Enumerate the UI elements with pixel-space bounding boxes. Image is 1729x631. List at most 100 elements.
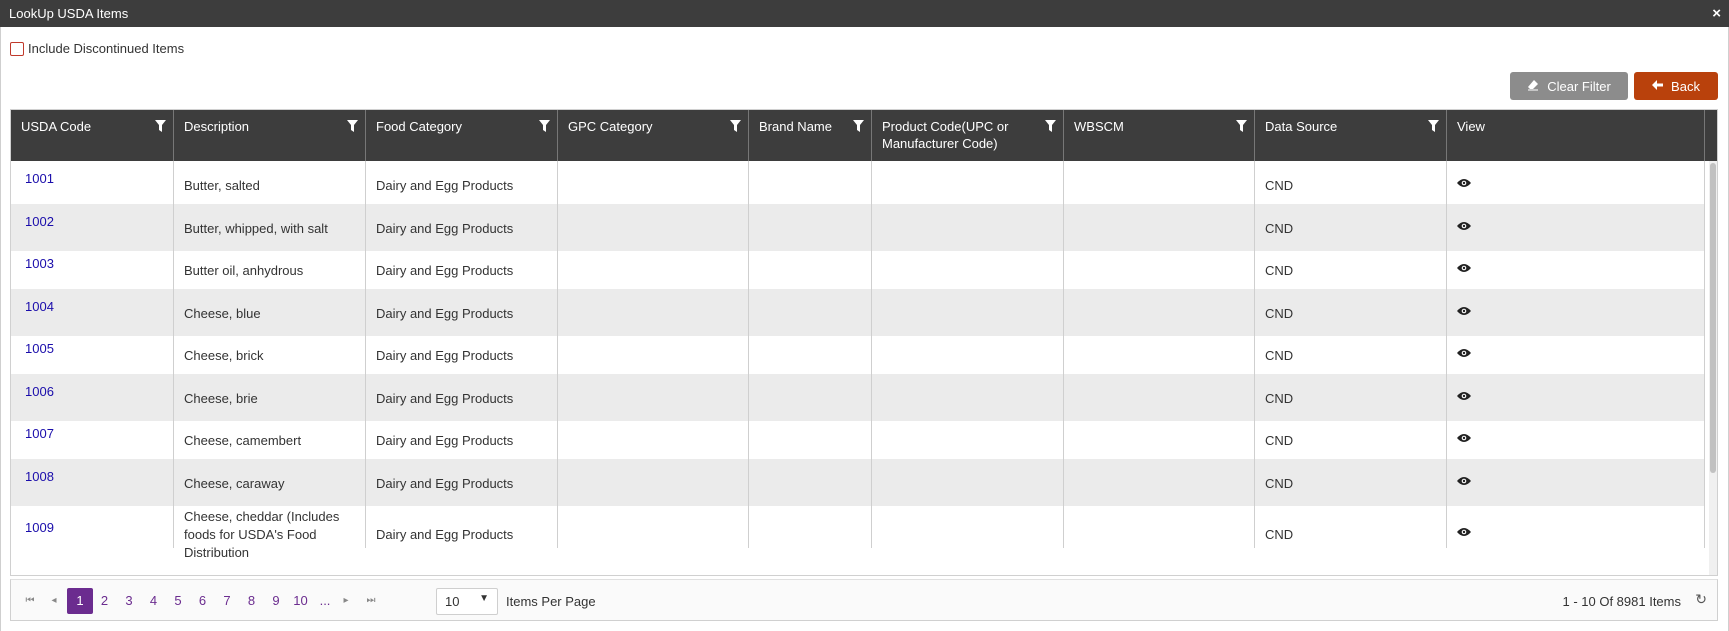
usda-code-link[interactable]: 1009 <box>25 520 54 535</box>
page-number-button[interactable]: 10 <box>288 588 314 614</box>
eye-icon[interactable] <box>1457 431 1471 446</box>
table-row[interactable]: 1001 Butter, salted Dairy and Egg Products… <box>11 161 1705 208</box>
filter-icon[interactable] <box>155 120 166 132</box>
table-row[interactable]: 1002 Butter, whipped, with salt Dairy and … <box>11 203 1705 251</box>
cell-text: Cheese, brick <box>184 348 264 363</box>
cell-brand-name <box>749 161 872 208</box>
usda-code-link[interactable]: 1004 <box>25 299 54 314</box>
cell-food-category: Dairy and Egg Products <box>366 331 558 378</box>
cell-gpc-category <box>558 161 749 208</box>
table-row[interactable]: 1009 Cheese, cheddar (Includes foods for … <box>11 501 1705 560</box>
column-header-description[interactable]: Description <box>174 110 366 161</box>
filter-icon[interactable] <box>1428 120 1439 132</box>
cell-text: Butter, whipped, with salt <box>184 220 328 236</box>
cell-text: Cheese, blue <box>184 305 261 321</box>
page-number-button[interactable]: 6 <box>190 588 216 614</box>
usda-code-link[interactable]: 1001 <box>25 171 54 186</box>
cell-description: Cheese, caraway <box>174 458 366 506</box>
cell-view <box>1447 501 1705 548</box>
cell-product-code <box>872 161 1064 208</box>
scrollbar-thumb[interactable] <box>1710 163 1716 473</box>
column-header-gpc-category[interactable]: GPC Category <box>558 110 749 161</box>
page-number-button[interactable]: 1 <box>67 588 93 614</box>
refresh-icon[interactable]: ↻ <box>1695 591 1707 608</box>
eye-icon[interactable] <box>1457 525 1471 540</box>
cell-text: Dairy and Egg Products <box>376 305 514 321</box>
cell-text: CND <box>1265 305 1294 321</box>
usda-code-link[interactable]: 1002 <box>25 214 54 229</box>
usda-code-link[interactable]: 1007 <box>25 426 54 441</box>
cell-text: Dairy and Egg Products <box>376 433 514 448</box>
table-row[interactable]: 1008 Cheese, caraway Dairy and Egg Product… <box>11 458 1705 506</box>
cell-text: CND <box>1265 527 1294 542</box>
column-header-view[interactable]: View <box>1447 110 1705 161</box>
filter-icon[interactable] <box>539 120 550 132</box>
filter-icon[interactable] <box>853 120 864 132</box>
next-page-icon[interactable]: ▸ <box>333 588 359 614</box>
usda-code-link[interactable]: 1005 <box>25 341 54 356</box>
page-number-button[interactable]: 7 <box>214 588 240 614</box>
eye-icon[interactable] <box>1457 304 1471 319</box>
cell-wbscm <box>1064 288 1255 336</box>
include-discontinued-label[interactable]: Include Discontinued Items <box>28 41 184 56</box>
eye-icon[interactable] <box>1457 346 1471 361</box>
page-number-button[interactable]: 2 <box>92 588 118 614</box>
column-header-food-category[interactable]: Food Category <box>366 110 558 161</box>
grid-body: 1001 Butter, salted Dairy and Egg Products… <box>11 161 1717 575</box>
cell-data-source: CND <box>1255 246 1447 293</box>
table-row[interactable]: 1007 Cheese, camembert Dairy and Egg Produ… <box>11 416 1705 463</box>
cell-usda-code: 1001 <box>11 161 174 208</box>
cell-food-category: Dairy and Egg Products <box>366 161 558 208</box>
cell-food-category: Dairy and Egg Products <box>366 458 558 506</box>
cell-view <box>1447 373 1705 421</box>
first-page-icon[interactable]: ⏮ <box>17 588 43 614</box>
table-row[interactable]: 1005 Cheese, brick Dairy and Egg Products C… <box>11 331 1705 378</box>
column-header-usda-code[interactable]: USDA Code <box>11 110 174 161</box>
eye-icon[interactable] <box>1457 261 1471 276</box>
column-header-brand-name[interactable]: Brand Name <box>749 110 872 161</box>
page-number-button[interactable]: 5 <box>165 588 191 614</box>
filter-icon[interactable] <box>1045 120 1056 132</box>
filter-icon[interactable] <box>1236 120 1247 132</box>
column-header-label: View <box>1457 119 1485 134</box>
usda-code-link[interactable]: 1008 <box>25 469 54 484</box>
clear-filter-button[interactable]: Clear Filter <box>1510 72 1628 100</box>
column-header-wbscm[interactable]: WBSCM <box>1064 110 1255 161</box>
column-header-label: USDA Code <box>21 119 92 134</box>
items-per-page-value: 10 <box>445 594 460 609</box>
cell-description: Butter, salted <box>174 161 366 208</box>
prev-page-icon[interactable]: ◂ <box>41 588 67 614</box>
eye-icon[interactable] <box>1457 474 1471 489</box>
eye-icon[interactable] <box>1457 176 1471 191</box>
cell-brand-name <box>749 203 872 251</box>
table-row[interactable]: 1006 Cheese, brie Dairy and Egg Products CN… <box>11 373 1705 421</box>
cell-text: Cheese, camembert <box>184 433 302 448</box>
cell-view <box>1447 331 1705 378</box>
table-row[interactable]: 1003 Butter oil, anhydrous Dairy and Egg P… <box>11 246 1705 293</box>
column-header-product-code[interactable]: Product Code(UPC or Manufacturer Code) <box>872 110 1064 161</box>
cell-text: Dairy and Egg Products <box>376 220 514 236</box>
cell-gpc-category <box>558 288 749 336</box>
back-button[interactable]: Back <box>1634 72 1718 100</box>
cell-food-category: Dairy and Egg Products <box>366 373 558 421</box>
table-row[interactable]: 1004 Cheese, blue Dairy and Egg Products CN… <box>11 288 1705 336</box>
usda-code-link[interactable]: 1006 <box>25 384 54 399</box>
page-number-button[interactable]: 3 <box>116 588 142 614</box>
eye-icon[interactable] <box>1457 219 1471 234</box>
close-icon[interactable]: × <box>1712 0 1721 27</box>
page-number-button[interactable]: 9 <box>263 588 289 614</box>
include-discontinued-checkbox[interactable] <box>10 41 24 56</box>
filter-icon[interactable] <box>347 120 358 132</box>
vertical-scrollbar[interactable] <box>1709 161 1717 575</box>
filter-icon[interactable] <box>730 120 741 132</box>
include-discontinued-row: Include Discontinued Items <box>10 41 184 56</box>
items-per-page-select[interactable]: 10 ▼ <box>436 588 498 615</box>
cell-text: Dairy and Egg Products <box>376 390 514 406</box>
usda-code-link[interactable]: 1003 <box>25 256 54 271</box>
last-page-icon[interactable]: ⏭ <box>358 588 384 614</box>
eye-icon[interactable] <box>1457 389 1471 404</box>
page-number-button[interactable]: 4 <box>141 588 167 614</box>
cell-food-category: Dairy and Egg Products <box>366 288 558 336</box>
column-header-data-source[interactable]: Data Source <box>1255 110 1447 161</box>
page-number-button[interactable]: 8 <box>239 588 265 614</box>
